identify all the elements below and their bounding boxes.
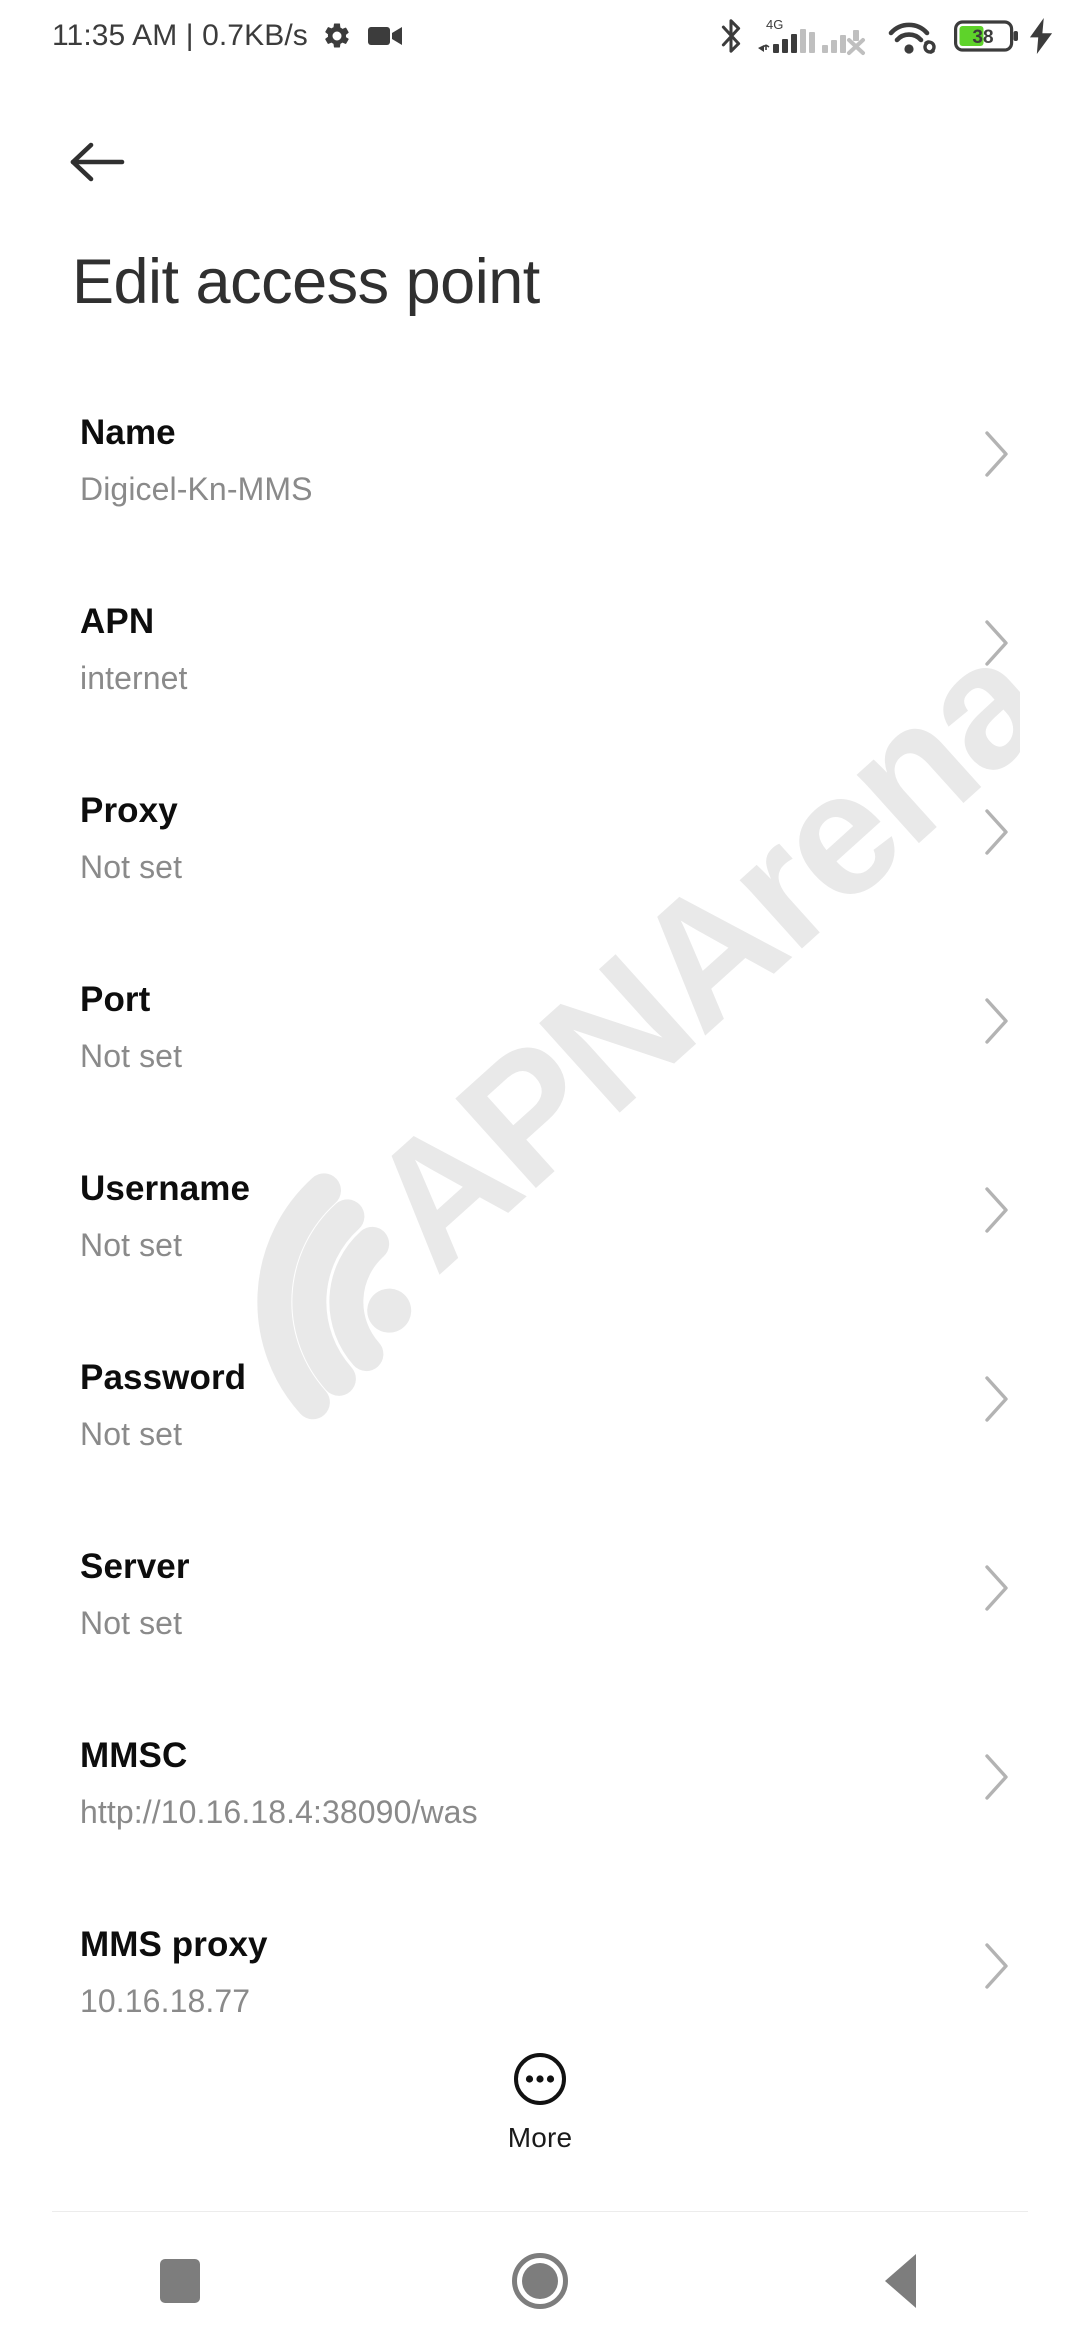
svg-text:4G: 4G xyxy=(766,17,783,32)
list-item-username[interactable]: Username Not set xyxy=(0,1148,1080,1337)
chevron-right-icon xyxy=(982,1373,1012,1425)
chevron-right-icon xyxy=(982,1940,1012,1992)
signal-sim2-off-icon xyxy=(820,16,874,56)
status-bar: 11:35 AM | 0.7KB/s 4G 38 xyxy=(0,0,1080,72)
list-item-title: MMS proxy xyxy=(80,1925,268,1964)
list-item-mmsc[interactable]: MMSC http://10.16.18.4:38090/was xyxy=(0,1715,1080,1904)
more-button[interactable]: More xyxy=(0,2050,1080,2154)
gear-icon xyxy=(322,21,352,51)
system-navigation-bar xyxy=(0,2222,1080,2340)
list-item-value: http://10.16.18.4:38090/was xyxy=(80,1794,478,1830)
more-button-label: More xyxy=(507,2122,573,2153)
settings-list: Name Digicel-Kn-MMS APN internet Proxy N… xyxy=(0,392,1080,2093)
status-bar-right: 4G 38 xyxy=(718,16,1080,56)
list-item-title: Username xyxy=(80,1169,251,1208)
charging-bolt-icon xyxy=(1028,18,1054,54)
wifi-icon xyxy=(886,16,942,56)
chevron-right-icon xyxy=(982,995,1012,1047)
battery-icon: 38 xyxy=(954,19,1020,53)
chevron-right-icon xyxy=(982,1751,1012,1803)
list-item-apn[interactable]: APN internet xyxy=(0,581,1080,770)
list-item-value: Not set xyxy=(80,1038,183,1074)
home-button[interactable] xyxy=(360,2222,720,2340)
list-item-value: internet xyxy=(80,660,188,696)
list-item-value: Not set xyxy=(80,849,183,885)
recents-button[interactable] xyxy=(0,2222,360,2340)
chevron-right-icon xyxy=(982,428,1012,480)
back-arrow-icon xyxy=(70,142,125,182)
signal-4g-icon: 4G xyxy=(756,16,818,56)
list-item-value: Not set xyxy=(80,1227,183,1263)
status-bar-left: 11:35 AM | 0.7KB/s xyxy=(0,19,402,53)
list-item-title: APN xyxy=(80,602,155,641)
list-item-proxy[interactable]: Proxy Not set xyxy=(0,770,1080,959)
list-item-title: Proxy xyxy=(80,791,178,830)
system-back-button[interactable] xyxy=(720,2222,1080,2340)
home-circle-icon xyxy=(512,2253,568,2309)
list-item-value: Not set xyxy=(80,1605,183,1641)
list-item-value: Digicel-Kn-MMS xyxy=(80,471,313,507)
app-bar xyxy=(0,118,1080,208)
status-clock-and-datarate: 11:35 AM | 0.7KB/s xyxy=(52,19,308,52)
list-item-value: 10.16.18.77 xyxy=(80,1983,251,2019)
list-item-title: MMSC xyxy=(80,1736,188,1775)
battery-percent-text: 38 xyxy=(972,27,993,48)
page-title: Edit access point xyxy=(72,247,540,317)
chevron-right-icon xyxy=(982,1184,1012,1236)
chevron-right-icon xyxy=(982,617,1012,669)
back-triangle-icon xyxy=(884,2254,916,2308)
bottom-divider xyxy=(52,2211,1028,2212)
phone-screen: APNArena 11:35 AM | 0.7KB/s 4G 38 Edit a… xyxy=(0,0,1080,2340)
more-overflow-icon xyxy=(511,2050,569,2108)
recents-square-icon xyxy=(160,2259,200,2303)
video-camera-icon xyxy=(367,24,402,48)
list-item-port[interactable]: Port Not set xyxy=(0,959,1080,1148)
chevron-right-icon xyxy=(982,806,1012,858)
list-item-name[interactable]: Name Digicel-Kn-MMS xyxy=(0,392,1080,581)
bluetooth-icon xyxy=(718,17,744,55)
list-item-title: Name xyxy=(80,413,176,452)
list-item-title: Server xyxy=(80,1547,190,1586)
list-item-password[interactable]: Password Not set xyxy=(0,1337,1080,1526)
list-item-title: Port xyxy=(80,980,151,1019)
back-button[interactable] xyxy=(62,126,134,198)
list-item-server[interactable]: Server Not set xyxy=(0,1526,1080,1715)
chevron-right-icon xyxy=(982,1562,1012,1614)
list-item-title: Password xyxy=(80,1358,247,1397)
list-item-value: Not set xyxy=(80,1416,183,1452)
